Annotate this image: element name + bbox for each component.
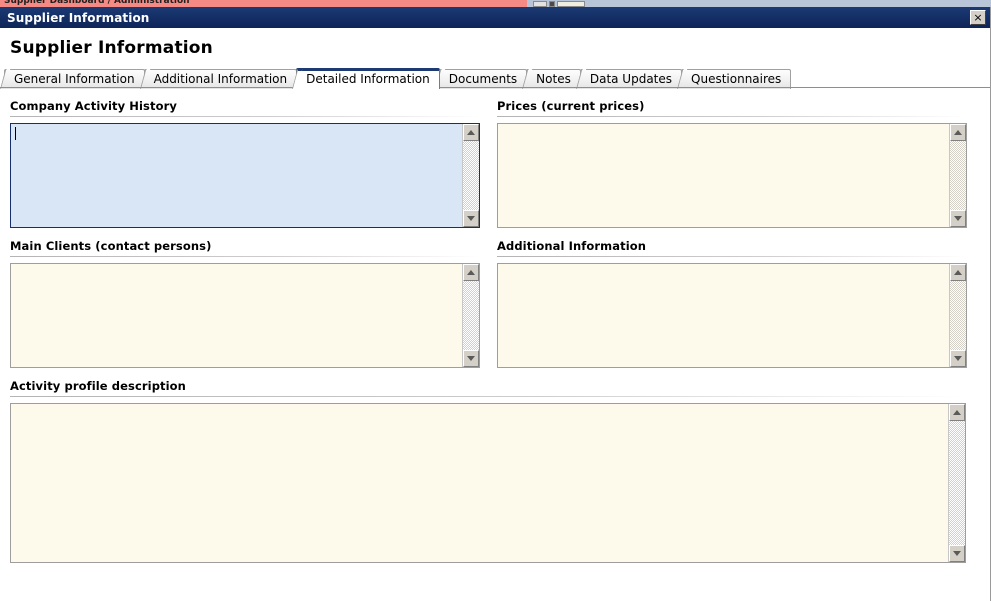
main-clients-textarea[interactable]: [10, 263, 480, 368]
tab-label: Documents: [448, 72, 518, 86]
label-divider: [497, 116, 967, 117]
label-divider: [10, 116, 480, 117]
scroll-up-arrow-icon[interactable]: [463, 124, 479, 141]
scroll-up-arrow-icon[interactable]: [950, 264, 966, 281]
vertical-scrollbar[interactable]: [948, 404, 965, 562]
tab-panel-detailed-information: Company Activity History Prices (current…: [0, 88, 990, 563]
scroll-down-arrow-icon[interactable]: [463, 350, 479, 367]
scroll-up-arrow-icon[interactable]: [950, 124, 966, 141]
tab-label: Notes: [536, 72, 571, 86]
field-label: Additional Information: [497, 239, 647, 253]
scroll-up-arrow-icon[interactable]: [463, 264, 479, 281]
tab-general-information[interactable]: General Information: [4, 69, 145, 89]
field-row-2: Main Clients (contact persons) Additiona…: [10, 228, 980, 368]
tab-label: Questionnaires: [691, 72, 782, 86]
field-row-3: Activity profile description: [10, 368, 980, 563]
additional-information-textarea[interactable]: [497, 263, 967, 368]
background-window-strip: Supplier Dashboard / Administration: [0, 0, 991, 7]
vertical-scrollbar[interactable]: [462, 264, 479, 367]
field-activity-profile-description: Activity profile description: [10, 379, 966, 563]
tab-notes[interactable]: Notes: [526, 69, 581, 89]
label-divider: [10, 396, 966, 397]
label-divider: [10, 256, 480, 257]
field-main-clients: Main Clients (contact persons): [10, 239, 480, 368]
vertical-scrollbar[interactable]: [949, 264, 966, 367]
activity-profile-description-textarea[interactable]: [10, 403, 966, 563]
scroll-down-arrow-icon[interactable]: [950, 350, 966, 367]
field-label: Activity profile description: [10, 379, 186, 393]
field-label: Prices (current prices): [497, 99, 645, 113]
tab-bar: General Information Additional Informati…: [0, 68, 990, 89]
textarea-content[interactable]: [498, 124, 949, 227]
field-row-1: Company Activity History Prices (current…: [10, 88, 980, 228]
close-icon[interactable]: ×: [970, 10, 986, 25]
scroll-down-arrow-icon[interactable]: [949, 545, 965, 562]
dialog-title: Supplier Information: [7, 10, 150, 25]
tab-label: Data Updates: [589, 72, 673, 86]
tab-additional-information[interactable]: Additional Information: [143, 69, 298, 89]
textarea-content[interactable]: [11, 404, 948, 562]
tab-label: Detailed Information: [306, 72, 430, 86]
textarea-content[interactable]: [11, 124, 462, 227]
company-activity-history-textarea[interactable]: [10, 123, 480, 228]
scrollbar-track[interactable]: [950, 281, 966, 350]
scrollbar-track[interactable]: [463, 281, 479, 350]
textarea-content[interactable]: [11, 264, 462, 367]
label-divider: [497, 256, 967, 257]
scroll-up-arrow-icon[interactable]: [949, 404, 965, 421]
background-window-titlebar: Supplier Dashboard / Administration: [0, 0, 527, 7]
dialog-titlebar: Supplier Information ×: [0, 7, 990, 28]
supplier-information-dialog: Supplier Information × Supplier Informat…: [0, 7, 991, 601]
scrollbar-track[interactable]: [949, 421, 965, 545]
scrollbar-track[interactable]: [950, 141, 966, 210]
vertical-scrollbar[interactable]: [949, 124, 966, 227]
vertical-scrollbar[interactable]: [462, 124, 479, 227]
tab-questionnaires[interactable]: Questionnaires: [681, 69, 792, 89]
tab-data-updates[interactable]: Data Updates: [579, 69, 683, 89]
textarea-content[interactable]: [498, 264, 949, 367]
field-label: Company Activity History: [10, 99, 177, 113]
tab-label: General Information: [14, 72, 135, 86]
background-window-title: Supplier Dashboard / Administration: [4, 0, 190, 6]
field-label: Main Clients (contact persons): [10, 239, 212, 253]
scrollbar-track[interactable]: [463, 141, 479, 210]
tab-label: Additional Information: [153, 72, 288, 86]
prices-textarea[interactable]: [497, 123, 967, 228]
field-prices: Prices (current prices): [497, 99, 967, 228]
scroll-down-arrow-icon[interactable]: [463, 210, 479, 227]
text-caret: [15, 127, 16, 140]
scroll-down-arrow-icon[interactable]: [950, 210, 966, 227]
tab-documents[interactable]: Documents: [438, 69, 528, 89]
field-company-activity-history: Company Activity History: [10, 99, 480, 228]
page-title: Supplier Information: [10, 38, 213, 58]
tab-detailed-information[interactable]: Detailed Information: [296, 68, 440, 89]
field-additional-information: Additional Information: [497, 239, 967, 368]
